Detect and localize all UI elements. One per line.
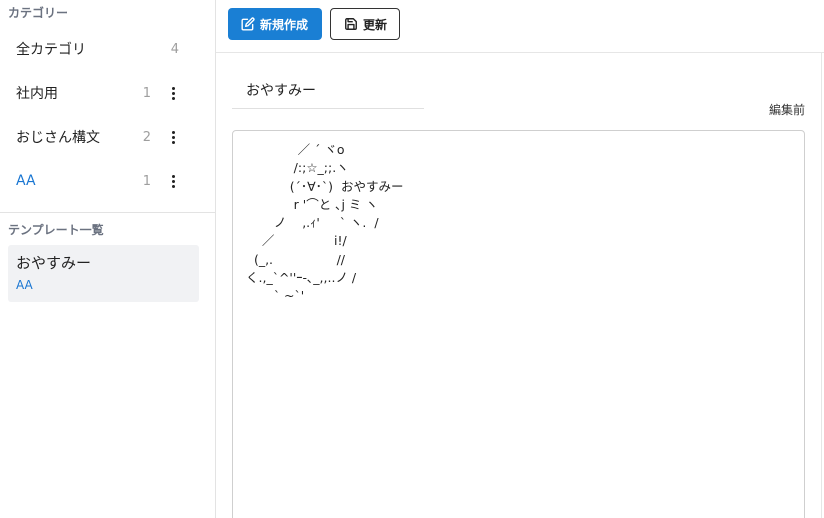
category-count: 1 (142, 173, 151, 189)
more-vert-icon[interactable] (163, 127, 183, 147)
category-count: 4 (170, 41, 179, 57)
categories-heading: カテゴリー (8, 6, 69, 20)
category-label: AA (16, 173, 36, 189)
toolbar: 新規作成 更新 (216, 0, 824, 53)
new-template-label: 新規作成 (260, 17, 309, 32)
save-icon (345, 18, 357, 30)
category-count: 2 (142, 129, 151, 145)
template-body-text: ／ ´ ヾo /:;☆_;;.ヽ (´･∀･`) おやすみー r '⌒と ､j … (246, 142, 404, 304)
update-button[interactable]: 更新 (330, 8, 400, 40)
category-count: 1 (142, 85, 151, 101)
templates-heading: テンプレート一覧 (8, 223, 104, 237)
edit-icon (241, 17, 255, 31)
category-item-ojisan[interactable]: おじさん構文 2 (0, 115, 215, 159)
category-item-aa[interactable]: AA 1 (0, 159, 215, 203)
update-label: 更新 (363, 17, 388, 32)
template-category: AA (16, 278, 33, 292)
template-name: おやすみー (16, 254, 92, 272)
category-label: おじさん構文 (16, 130, 100, 146)
category-item-all[interactable]: 全カテゴリ 4 (0, 27, 215, 71)
category-item-internal[interactable]: 社内用 1 (0, 71, 215, 115)
new-template-button[interactable]: 新規作成 (228, 8, 322, 40)
more-vert-icon[interactable] (163, 83, 183, 103)
category-list: 全カテゴリ 4 社内用 1 おじさん構文 2 AA 1 (0, 27, 215, 203)
editor-panel: おやすみー 編集前 ／ ´ ヾo /:;☆_;;.ヽ (´･∀･`) おやすみー… (216, 53, 822, 518)
template-item-selected[interactable]: おやすみー AA (8, 245, 199, 302)
category-label: 社内用 (16, 86, 58, 102)
template-body-textarea[interactable]: ／ ´ ヾo /:;☆_;;.ヽ (´･∀･`) おやすみー r '⌒と ､j … (232, 130, 805, 518)
more-vert-icon[interactable] (163, 171, 183, 191)
sidebar: カテゴリー 全カテゴリ 4 社内用 1 おじさん構文 2 AA 1 テンプレート… (0, 0, 216, 518)
template-title-input[interactable]: おやすみー (232, 71, 424, 109)
sidebar-divider (0, 212, 215, 213)
edit-status: 編集前 (768, 103, 805, 117)
category-label: 全カテゴリ (16, 42, 86, 58)
